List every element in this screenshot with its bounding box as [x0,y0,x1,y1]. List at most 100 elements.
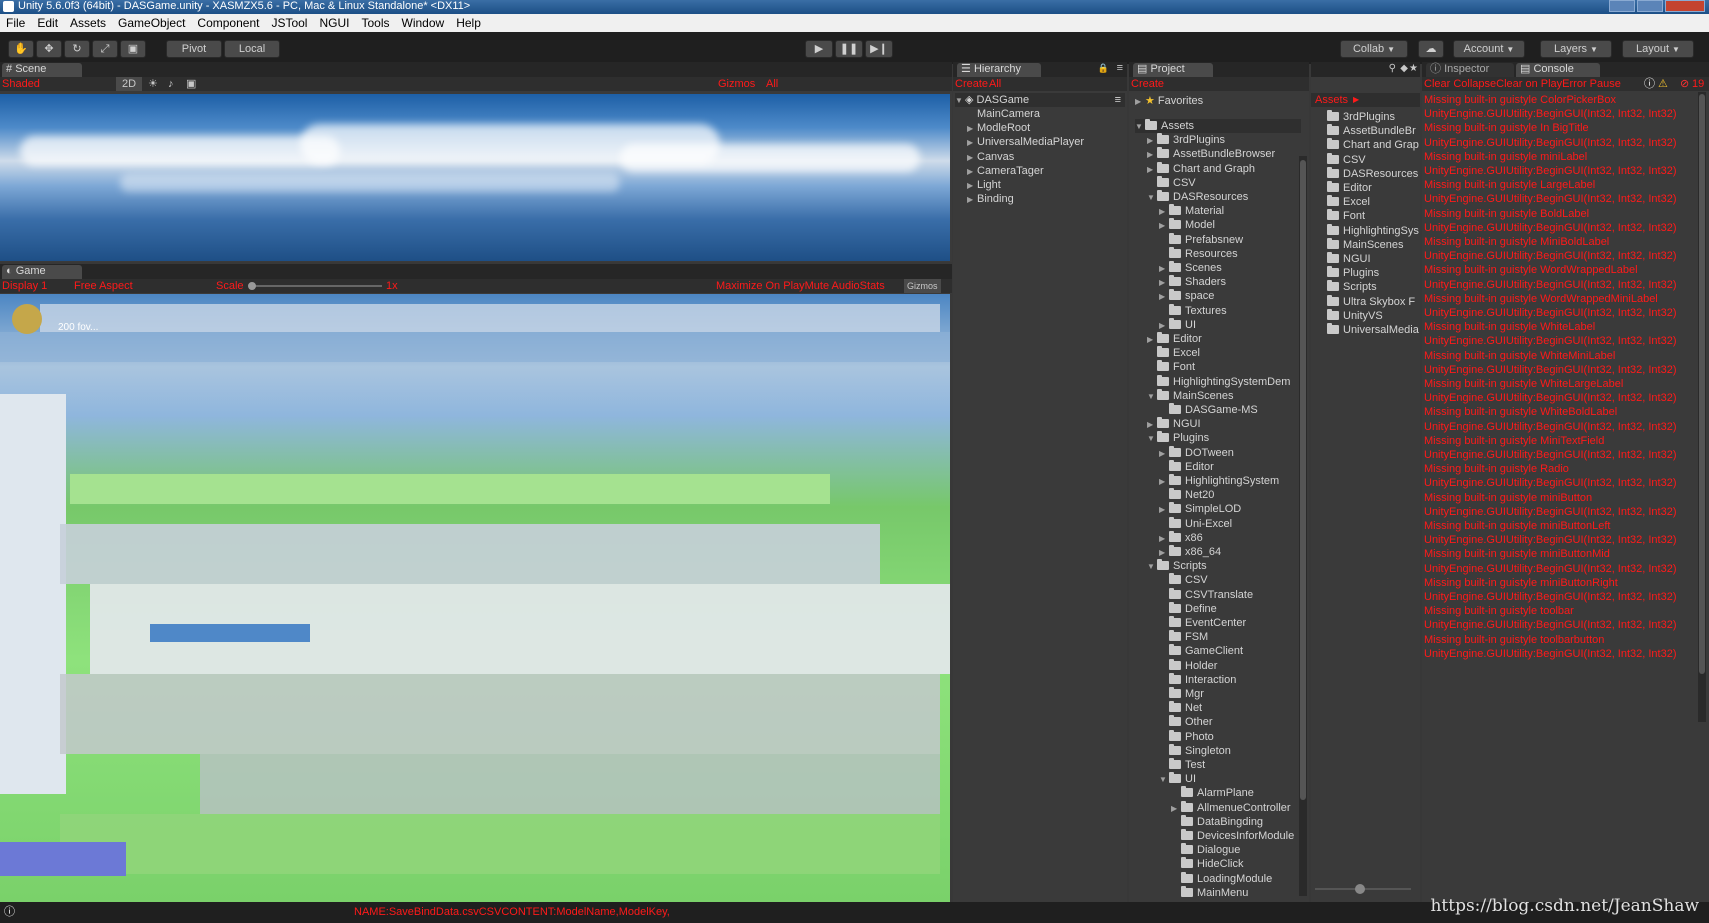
chevron-right-icon[interactable]: ▶ [1147,333,1157,347]
scene-viewport[interactable] [0,94,950,261]
console-log-line[interactable]: Missing built-in guistyle MiniBoldLabel [1424,235,1609,249]
error-icon[interactable]: ⊘ [1680,77,1689,91]
asset-folder-item[interactable]: UnityVS [1327,308,1383,323]
hierarchy-item[interactable]: ▶ Canvas [967,150,1014,164]
console-log-line[interactable]: Missing built-in guistyle miniButtonMid [1424,547,1610,561]
console-log-line[interactable]: Missing built-in guistyle toolbar [1424,604,1574,618]
chevron-right-icon[interactable]: ▶ [967,136,977,150]
hierarchy-item[interactable]: ▶ ModleRoot [967,121,1030,135]
console-log-line[interactable]: Missing built-in guistyle WhiteLabel [1424,320,1595,334]
project-tree-item[interactable]: AlarmPlane [1171,786,1254,800]
asset-folder-item[interactable]: Ultra Skybox F [1327,294,1415,309]
chevron-right-icon[interactable]: ▶ [967,193,977,207]
console-log-line[interactable]: UnityEngine.GUIUtility:BeginGUI(Int32, I… [1424,306,1677,320]
asset-folder-item[interactable]: Chart and Grap [1327,138,1419,152]
aspect-dropdown[interactable]: Free Aspect [74,279,133,293]
console-log-line[interactable]: Missing built-in guistyle miniButtonLeft [1424,519,1610,533]
asset-folder-item[interactable]: UniversalMedia [1327,323,1419,337]
pause-button[interactable]: ❚❚ [835,40,863,58]
local-button[interactable]: Local [224,40,280,58]
chevron-right-icon[interactable]: ▶ [1159,447,1169,461]
project-tree-item[interactable]: ▼ DASResources [1147,190,1248,204]
game-viewport[interactable]: 200 fov... [0,294,950,902]
step-button[interactable]: ▶❙ [865,40,893,58]
console-log-line[interactable]: UnityEngine.GUIUtility:BeginGUI(Int32, I… [1424,618,1677,632]
asset-folder-item[interactable]: 3rdPlugins [1327,110,1395,124]
console-toolbar-buttons[interactable]: Clear CollapseClear on PlayError Pause [1424,77,1621,91]
project-tree-item[interactable]: ▶ Scenes [1159,261,1222,275]
project-tree-item[interactable]: ▶ HighlightingSystem [1159,474,1279,488]
effects-icon[interactable]: ▣ [186,77,196,91]
filter-icon[interactable]: ◆ [1400,63,1408,74]
project-tree-item[interactable]: CSV [1147,175,1196,190]
tab-console[interactable]: ▤ Console [1516,63,1600,77]
console-log-line[interactable]: Missing built-in guistyle WhiteLargeLabe… [1424,377,1623,391]
search-filter-icon[interactable]: ⚲ [1389,63,1396,74]
project-tree-item[interactable]: CSVTranslate [1159,587,1253,602]
play-button[interactable]: ▶ [805,40,833,58]
project-tree-item[interactable]: LoadingModule [1171,871,1272,886]
project-tree-item[interactable]: Other [1159,715,1213,729]
asset-folder-item[interactable]: NGUI [1327,252,1371,266]
project-tree-item[interactable]: Editor [1159,459,1214,474]
chevron-down-icon[interactable]: ▼ [1159,773,1169,787]
maximize-button[interactable] [1637,0,1663,12]
minimize-button[interactable] [1609,0,1635,12]
project-tree-item[interactable]: HighlightingSystemDem [1147,374,1290,389]
project-tree-item[interactable]: Uni-Excel [1159,516,1232,531]
project-tree-item[interactable]: FSM [1159,630,1208,644]
project-tree-item[interactable]: Mgr [1159,687,1204,701]
console-log-line[interactable]: UnityEngine.GUIUtility:BeginGUI(Int32, I… [1424,278,1677,292]
console-log-line[interactable]: Missing built-in guistyle In BigTitle [1424,121,1589,135]
chevron-right-icon[interactable]: ▶ [967,122,977,136]
console-log-line[interactable]: UnityEngine.GUIUtility:BeginGUI(Int32, I… [1424,476,1677,490]
project-tree-item[interactable]: Interaction [1159,672,1236,687]
project-tree-item[interactable]: Dialogue [1171,843,1240,857]
menu-edit[interactable]: Edit [31,16,64,30]
chevron-right-icon[interactable]: ▶ [1159,205,1169,219]
rect-tool-button[interactable]: ▣ [120,40,146,58]
menu-window[interactable]: Window [396,16,451,30]
console-log-line[interactable]: Missing built-in guistyle toolbarbutton [1424,633,1604,647]
menu-help[interactable]: Help [450,16,487,30]
project-tree-item[interactable]: ▶ space [1159,289,1214,303]
console-log-line[interactable]: UnityEngine.GUIUtility:BeginGUI(Int32, I… [1424,533,1677,547]
chevron-right-icon[interactable]: ▶ [1159,503,1169,517]
menu-file[interactable]: File [0,16,31,30]
asset-folder-item[interactable]: HighlightingSys [1327,223,1419,238]
tab-hierarchy[interactable]: ☰ Hierarchy [957,63,1041,77]
project-tree-item[interactable]: ▶ AllmenueController [1171,800,1291,815]
chevron-down-icon[interactable]: ▼ [1147,191,1157,205]
scene-menu-icon[interactable]: ≡ [1115,93,1121,107]
asset-folder-item[interactable]: Editor [1327,181,1372,195]
chevron-down-icon[interactable]: ▼ [1147,432,1157,446]
chevron-right-icon[interactable]: ▶ [1147,163,1157,177]
asset-folder-item[interactable]: CSV [1327,152,1366,167]
project-tree-item[interactable]: HideClick [1171,857,1243,871]
icon-size-slider-handle[interactable] [1355,884,1365,894]
project-tree-item[interactable]: Font [1147,360,1195,374]
scale-slider[interactable] [250,285,382,287]
console-log-line[interactable]: Missing built-in guistyle WhiteMiniLabel [1424,349,1615,363]
console-log-line[interactable]: UnityEngine.GUIUtility:BeginGUI(Int32, I… [1424,192,1677,206]
chevron-right-icon[interactable]: ▶ [1159,290,1169,304]
console-log-line[interactable]: UnityEngine.GUIUtility:BeginGUI(Int32, I… [1424,107,1677,121]
project-tree-item[interactable]: ▶ Editor [1147,332,1202,346]
project-tree-item[interactable]: ▶ NGUI [1147,417,1201,431]
chevron-right-icon[interactable]: ▶ [1159,546,1169,560]
console-log-line[interactable]: Missing built-in guistyle WhiteBoldLabel [1424,405,1617,419]
project-tree-item[interactable]: Textures [1159,303,1227,318]
project-tree-item[interactable]: Test [1159,758,1205,772]
chevron-right-icon[interactable]: ▶ [1147,418,1157,432]
asset-folder-item[interactable]: Scripts [1327,280,1377,294]
chevron-right-icon[interactable]: ▶ [1159,532,1169,546]
tab-inspector[interactable]: ⓘ Inspector [1426,63,1514,77]
menu-component[interactable]: Component [191,16,265,30]
cloud-button[interactable]: ☁ [1418,40,1444,58]
console-log-line[interactable]: Missing built-in guistyle LargeLabel [1424,178,1595,192]
project-tree-item[interactable]: ▶ AssetBundleBrowser [1147,147,1275,161]
console-log-line[interactable]: Missing built-in guistyle WordWrappedLab… [1424,263,1638,277]
chevron-down-icon[interactable]: ▼ [1147,560,1157,574]
project-tree-item[interactable]: Resources [1159,246,1238,261]
console-log-line[interactable]: UnityEngine.GUIUtility:BeginGUI(Int32, I… [1424,363,1677,377]
